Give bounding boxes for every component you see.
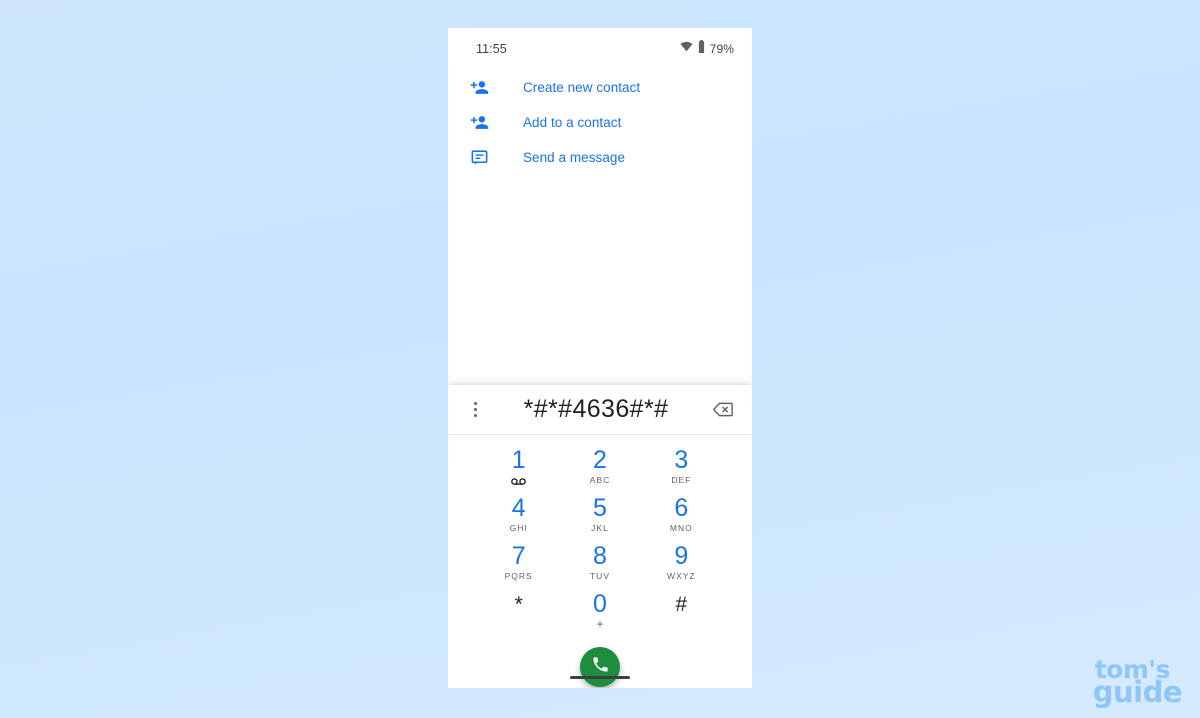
action-send-a-message[interactable]: Send a message (448, 140, 752, 175)
key-letters: DEF (671, 475, 692, 485)
wifi-icon (680, 40, 693, 58)
status-bar: 11:55 79% (448, 28, 752, 70)
key-digit: 0 (593, 590, 607, 618)
contact-actions-list: Create new contact Add to a contact Send… (448, 70, 752, 175)
key-letters: + (596, 617, 604, 631)
key-5[interactable]: 5 JKL (564, 493, 636, 541)
phone-screenshot-frame: 11:55 79% Create new contact Add to a co… (448, 28, 752, 688)
key-letters: MNO (669, 523, 693, 533)
key-letters: GHI (509, 523, 528, 533)
key-2[interactable]: 2 ABC (564, 445, 636, 493)
key-4[interactable]: 4 GHI (483, 493, 555, 541)
watermark-line-2: guide (1092, 674, 1183, 709)
action-label: Send a message (523, 150, 626, 165)
key-letters: TUV (589, 571, 610, 581)
dialed-number-row: *#*#4636#*# (448, 385, 752, 435)
action-label: Add to a contact (523, 115, 622, 130)
key-digit: * (514, 593, 523, 616)
call-button[interactable] (580, 647, 620, 687)
key-letters: JKL (591, 523, 609, 533)
key-digit: 3 (674, 446, 689, 474)
battery-percent-label: 79% (709, 42, 734, 56)
key-letters: ABC (589, 475, 611, 485)
menu-dot (473, 408, 477, 411)
key-0[interactable]: 0 + (564, 589, 636, 637)
key-digit: 9 (674, 542, 689, 570)
keypad-grid: 1 2 ABC 3 DEF 4 GHI 5 JKL 6 MNO 7 PQRS 8… (448, 435, 752, 637)
key-8[interactable]: 8 TUV (564, 541, 636, 589)
key-star[interactable]: * (483, 589, 555, 637)
more-vert-icon[interactable] (462, 395, 488, 425)
key-7[interactable]: 7 PQRS (483, 541, 555, 589)
key-digit: 4 (511, 494, 526, 522)
backspace-icon[interactable] (708, 395, 736, 425)
status-bar-indicators: 79% (680, 40, 734, 58)
key-letters: PQRS (504, 571, 533, 581)
action-add-to-a-contact[interactable]: Add to a contact (448, 105, 752, 140)
key-digit: 6 (674, 494, 689, 522)
home-indicator (570, 676, 630, 679)
key-digit: 7 (511, 542, 526, 570)
status-bar-time: 11:55 (476, 42, 507, 56)
toms-guide-watermark: tom's guide (1092, 657, 1183, 709)
key-digit: 1 (511, 446, 526, 474)
dialpad-sheet: *#*#4636#*# 1 2 ABC 3 DEF 4 GHI 5 JKL 6 … (448, 385, 752, 688)
key-letters: WXYZ (667, 571, 696, 581)
person-add-icon (468, 77, 490, 99)
key-hash[interactable]: # (645, 589, 717, 637)
key-6[interactable]: 6 MNO (645, 493, 717, 541)
action-create-new-contact[interactable]: Create new contact (448, 70, 752, 105)
menu-dot (473, 414, 477, 417)
dialed-number-text[interactable]: *#*#4636#*# (488, 395, 708, 424)
action-label: Create new contact (523, 80, 641, 95)
key-digit: 8 (593, 542, 607, 570)
key-digit: 5 (593, 494, 607, 522)
key-digit: # (675, 593, 688, 616)
key-1[interactable]: 1 (483, 445, 555, 493)
person-add-icon (468, 112, 490, 134)
key-3[interactable]: 3 DEF (645, 445, 717, 493)
battery-icon (697, 40, 706, 58)
menu-dot (473, 402, 477, 405)
key-digit: 2 (593, 446, 607, 474)
voicemail-icon (511, 476, 527, 487)
call-button-area (448, 647, 752, 687)
key-9[interactable]: 9 WXYZ (645, 541, 717, 589)
message-icon (468, 147, 490, 169)
